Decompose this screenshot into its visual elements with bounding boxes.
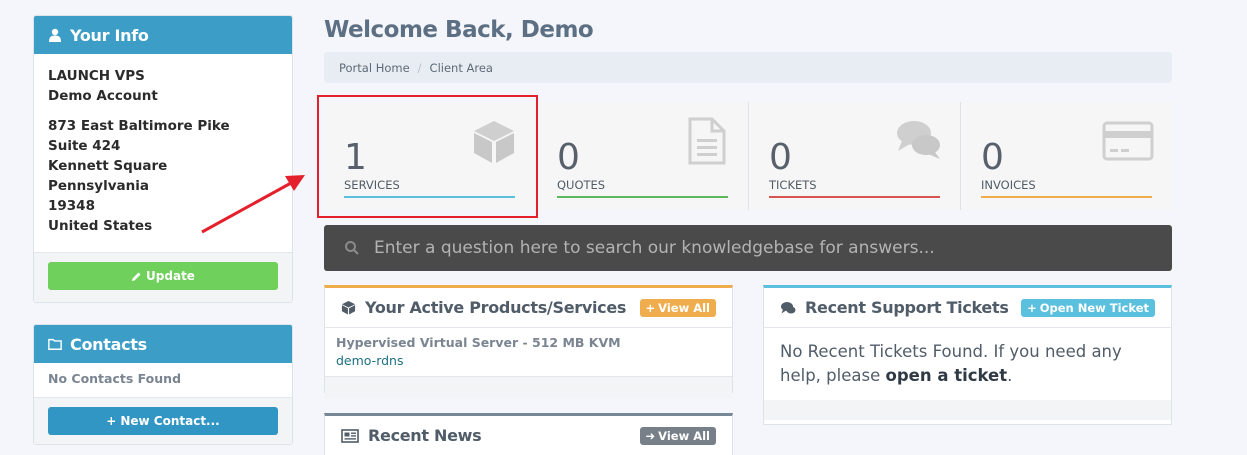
contacts-header: Contacts xyxy=(34,325,292,363)
recent-news-card: Recent News ➜ View All xyxy=(324,413,733,455)
contacts-title: Contacts xyxy=(70,334,147,354)
quotes-label: QUOTES xyxy=(557,178,606,192)
newspaper-icon xyxy=(341,428,359,443)
products-header: Your Active Products/Services + View All xyxy=(325,288,732,328)
tickets-bar xyxy=(769,196,940,198)
product-name: Hypervised Virtual Server - 512 MB KVM xyxy=(336,335,621,350)
search-icon xyxy=(345,241,359,255)
comments-icon xyxy=(781,301,796,313)
credit-card-icon xyxy=(1102,121,1154,161)
news-header: Recent News ➜ View All xyxy=(325,416,732,455)
tickets-header: Recent Support Tickets + Open New Ticket xyxy=(764,288,1171,328)
highlight-box xyxy=(317,95,538,218)
breadcrumb: Portal Home / Client Area xyxy=(324,52,1172,83)
products-title: Your Active Products/Services xyxy=(365,298,627,317)
contacts-panel: Contacts No Contacts Found + New Contact… xyxy=(33,324,293,445)
contacts-footer: + New Contact... xyxy=(34,397,292,444)
breadcrumb-portal-home[interactable]: Portal Home xyxy=(339,61,410,75)
plus-icon: + xyxy=(106,414,117,428)
active-products-card: Your Active Products/Services + View All… xyxy=(324,285,733,399)
open-new-ticket-label: Open New Ticket xyxy=(1039,300,1149,315)
open-new-ticket-button[interactable]: + Open New Ticket xyxy=(1021,298,1155,317)
open-ticket-link[interactable]: open a ticket xyxy=(885,366,1007,385)
invoices-count: 0 xyxy=(981,137,1004,178)
your-info-title: Your Info xyxy=(70,25,149,45)
kb-search-input[interactable] xyxy=(374,238,1154,258)
plus-icon: + xyxy=(1027,300,1037,315)
products-view-all-label: View All xyxy=(658,300,710,315)
new-contact-button[interactable]: + New Contact... xyxy=(48,407,278,435)
news-view-all-label: View All xyxy=(658,428,710,443)
no-tickets-message: No Recent Tickets Found. If you need any… xyxy=(764,328,1171,400)
update-button-label: Update xyxy=(146,269,195,283)
tickets-label: TICKETS xyxy=(769,178,817,192)
your-info-panel: Your Info LAUNCH VPS Demo Account 873 Ea… xyxy=(33,15,293,303)
quotes-bar xyxy=(557,196,728,198)
your-info-footer: Update xyxy=(34,252,292,302)
recent-tickets-card: Recent Support Tickets + Open New Ticket… xyxy=(763,285,1172,425)
breadcrumb-client-area: Client Area xyxy=(429,60,493,75)
quotes-count: 0 xyxy=(557,137,580,178)
products-footer xyxy=(325,377,732,399)
update-button[interactable]: Update xyxy=(48,262,278,290)
product-hostname[interactable]: demo-rdns xyxy=(336,352,721,370)
invoices-label: INVOICES xyxy=(981,178,1036,192)
no-contacts-text: No Contacts Found xyxy=(48,371,182,386)
cube-icon xyxy=(341,300,356,315)
news-title: Recent News xyxy=(368,426,482,445)
account-name: Demo Account xyxy=(48,88,158,104)
news-view-all-button[interactable]: ➜ View All xyxy=(639,426,716,445)
company-name: LAUNCH VPS xyxy=(48,68,145,84)
quotes-tile[interactable]: 0 QUOTES xyxy=(536,102,748,210)
kb-search-bar xyxy=(324,225,1172,271)
plus-icon: + xyxy=(645,300,656,315)
tickets-tile[interactable]: 0 TICKETS xyxy=(748,102,960,210)
folder-icon xyxy=(48,338,62,350)
your-info-header: Your Info xyxy=(34,16,292,54)
annotation-arrow xyxy=(201,175,305,234)
address-line-2: Suite 424 xyxy=(48,138,121,154)
no-tickets-suffix: . xyxy=(1007,366,1013,385)
invoices-tile[interactable]: 0 INVOICES xyxy=(960,102,1172,210)
address-line-1: 873 East Baltimore Pike xyxy=(48,118,230,134)
page-title: Welcome Back, Demo xyxy=(324,17,594,43)
arrow-right-icon: ➜ xyxy=(645,428,656,443)
products-view-all-button[interactable]: + View All xyxy=(639,298,716,317)
tickets-title: Recent Support Tickets xyxy=(805,298,1009,317)
tickets-count: 0 xyxy=(769,137,792,178)
breadcrumb-separator: / xyxy=(417,60,422,75)
comments-icon xyxy=(897,121,940,159)
user-icon xyxy=(49,28,61,42)
pencil-icon xyxy=(132,272,141,281)
list-item[interactable]: Hypervised Virtual Server - 512 MB KVM d… xyxy=(325,328,732,377)
invoices-bar xyxy=(981,196,1152,198)
tickets-footer xyxy=(764,400,1171,420)
new-contact-label: New Contact... xyxy=(120,414,220,428)
document-icon xyxy=(688,117,726,165)
